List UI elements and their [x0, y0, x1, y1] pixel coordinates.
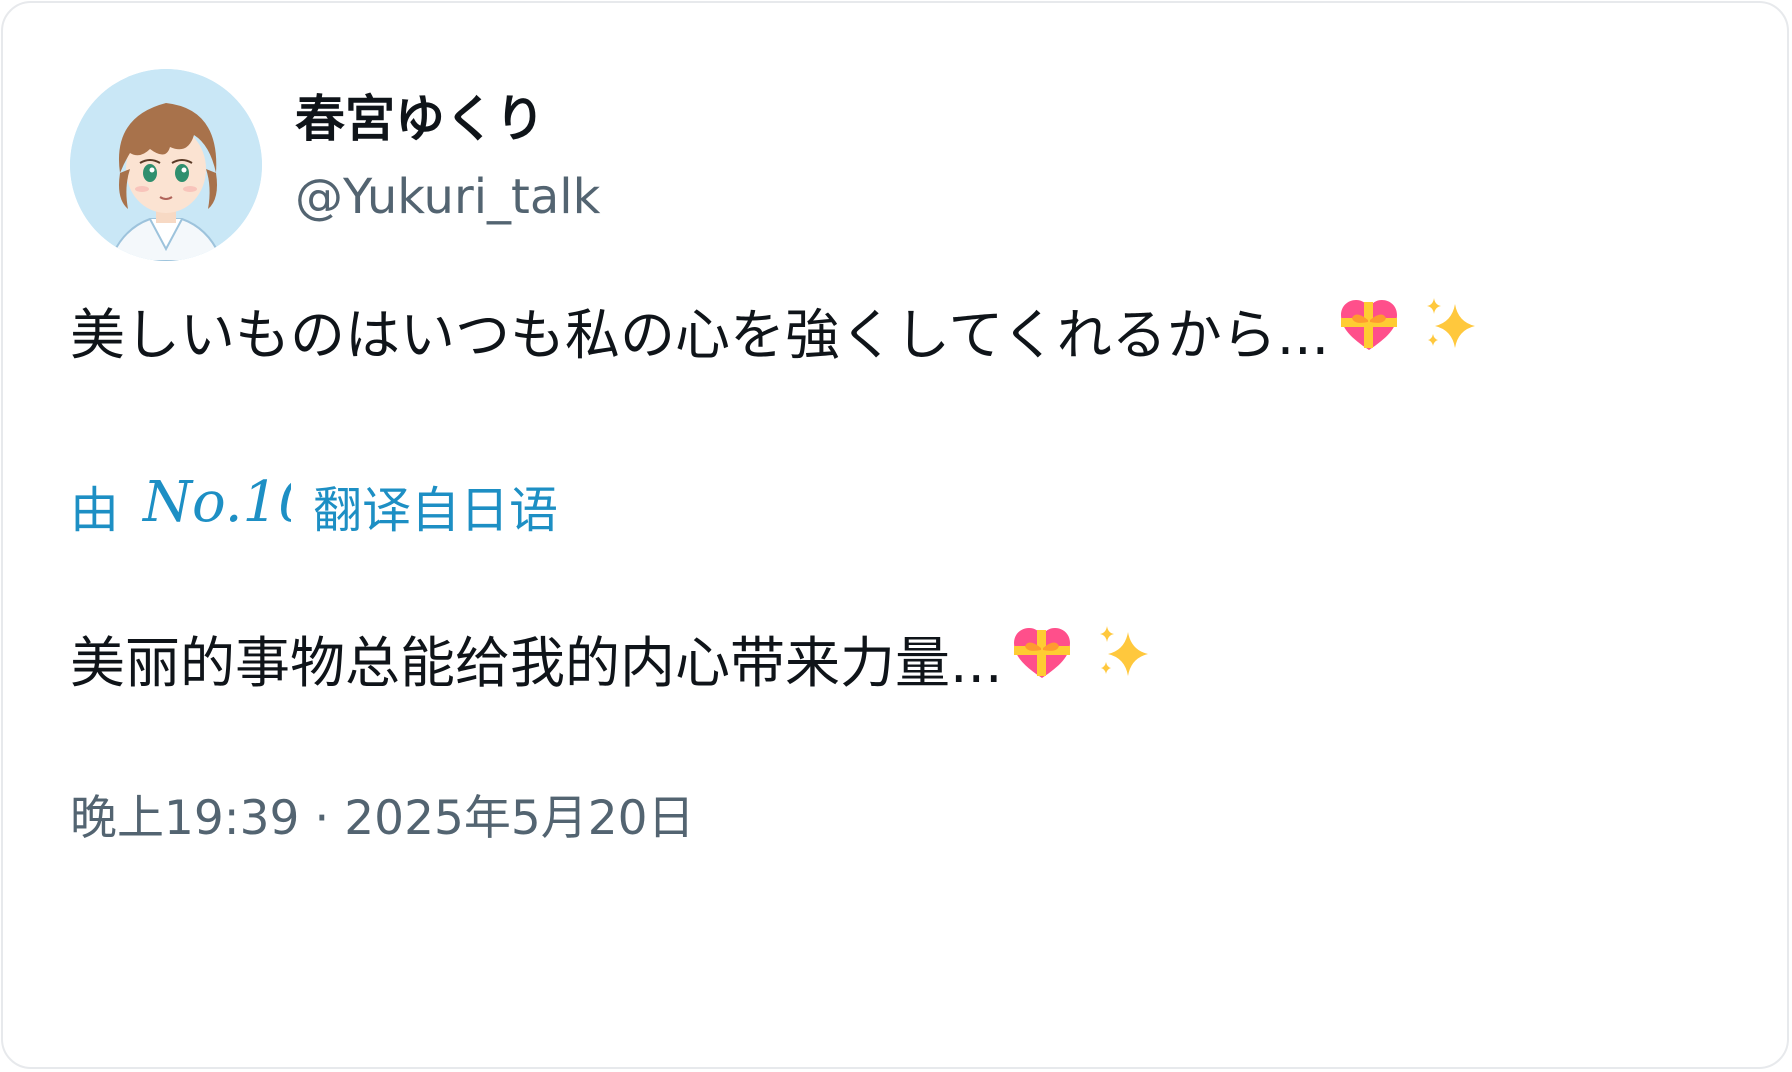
translator-logo-text: No.10: [141, 470, 291, 535]
translator-logo: No.10: [141, 465, 314, 557]
tweet-card: 春宮ゆくり @Yukuri_talk 美しいものはいつも私の心を強くしてくれるか…: [1, 1, 1789, 1069]
gift-heart-icon: [1339, 295, 1399, 375]
tweet-translated-text: 美丽的事物总能给我的内心带来力量...: [70, 622, 1154, 703]
translated-text: 美丽的事物总能给我的内心带来力量...: [70, 630, 1003, 695]
translation-prefix: 由: [70, 482, 120, 539]
sparkles-icon: [1094, 622, 1154, 703]
avatar[interactable]: [70, 69, 262, 261]
tweet-original-text: 美しいものはいつも私の心を強くしてくれるから...: [70, 294, 1481, 375]
tweet-timestamp[interactable]: 晚上19:39 · 2025年5月20日: [70, 781, 695, 857]
author-handle[interactable]: @Yukuri_talk: [295, 165, 600, 229]
original-text: 美しいものはいつも私の心を強くしてくれるから...: [70, 302, 1330, 367]
translation-attribution[interactable]: 由 No.10 翻译自日语: [70, 465, 558, 557]
avatar-illustration: [70, 69, 262, 261]
author-display-name[interactable]: 春宮ゆくり: [295, 85, 545, 153]
sparkles-icon: [1421, 294, 1481, 375]
translation-suffix: 翻译自日语: [313, 482, 559, 539]
gift-heart-icon: [1012, 623, 1072, 703]
